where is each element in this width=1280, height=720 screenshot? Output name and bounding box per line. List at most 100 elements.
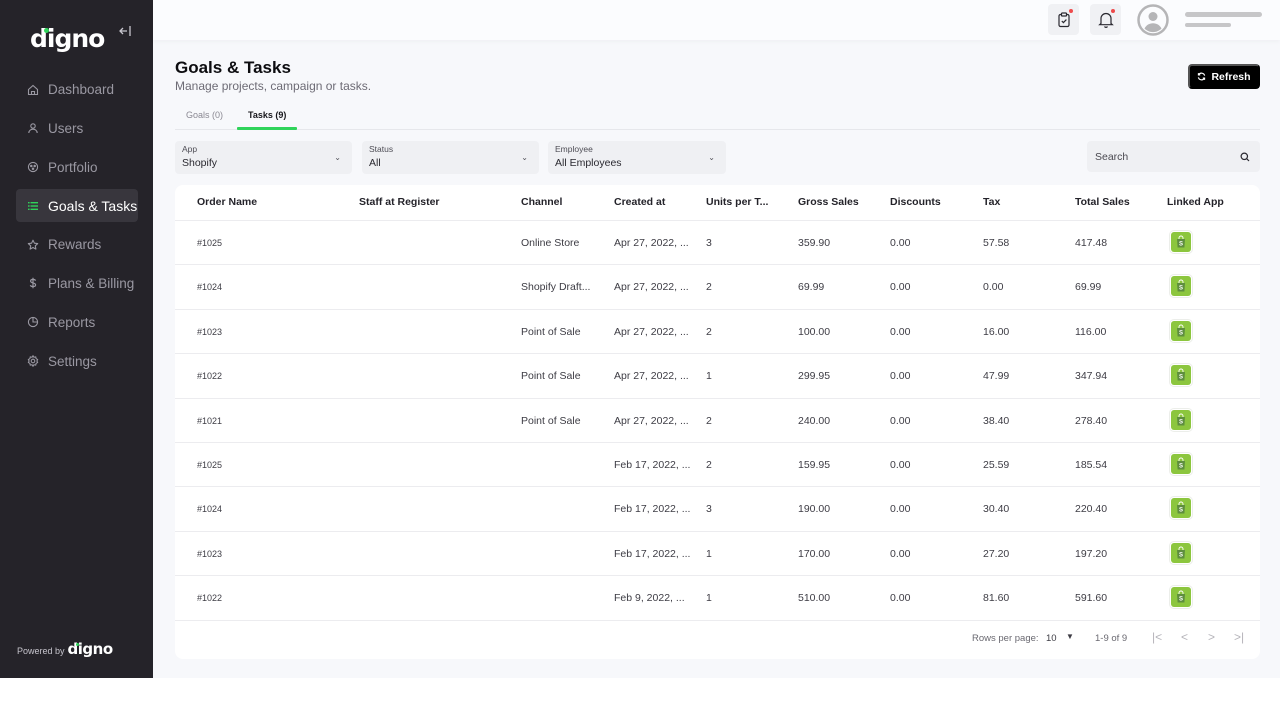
table-row[interactable]: #1021 Point of Sale Apr 27, 2022, ... 2 240.… bbox=[175, 399, 1260, 443]
user-avatar-icon bbox=[1137, 4, 1169, 36]
shopify-app-icon[interactable]: S bbox=[1170, 364, 1192, 387]
caret-down-icon[interactable]: ▼ bbox=[1066, 632, 1074, 641]
table-row[interactable]: #1022 Feb 9, 2022, ... 1 510.00 0.00 81.60 591… bbox=[175, 576, 1260, 621]
shopify-bag-icon: S bbox=[1171, 498, 1191, 519]
notifications-button[interactable] bbox=[1090, 4, 1121, 35]
table-row[interactable]: #1025 Online Store Apr 27, 2022, ... 3 359.9… bbox=[175, 221, 1260, 266]
cell-channel: Point of Sale bbox=[521, 325, 581, 338]
user-icon bbox=[27, 122, 39, 134]
employee-filter-value: All Employees bbox=[555, 157, 622, 169]
column-header-units[interactable]: Units per T... bbox=[706, 196, 768, 208]
sidebar-item-plans-billing[interactable]: Plans & Billing bbox=[16, 267, 138, 300]
cell-units: 2 bbox=[706, 325, 712, 338]
user-avatar[interactable] bbox=[1137, 4, 1169, 36]
collapse-left-icon bbox=[119, 26, 131, 36]
search-icon[interactable] bbox=[1240, 152, 1250, 162]
tab-tasks[interactable]: Tasks (9) bbox=[248, 110, 286, 127]
powered-by-logo: digno bbox=[68, 640, 114, 658]
table-row[interactable]: #1024 Shopify Draft... Apr 27, 2022, ... 2 6… bbox=[175, 265, 1260, 310]
rows-per-page-select[interactable]: 10 bbox=[1046, 633, 1057, 644]
shopify-bag-icon: S bbox=[1171, 320, 1191, 341]
chevron-down-icon: ⌄ bbox=[334, 153, 341, 162]
sidebar-item-rewards[interactable]: Rewards bbox=[16, 228, 138, 261]
active-tab-indicator bbox=[237, 127, 297, 130]
cell-units: 3 bbox=[706, 503, 712, 516]
table-row[interactable]: #1023 Feb 17, 2022, ... 1 170.00 0.00 27.20 19… bbox=[175, 532, 1260, 577]
column-header-discounts[interactable]: Discounts bbox=[890, 196, 941, 208]
app-filter-select[interactable]: App Shopify ⌄ bbox=[175, 141, 352, 174]
sidebar-item-goals-tasks[interactable]: Goals & Tasks bbox=[16, 189, 138, 223]
cell-created-at: Apr 27, 2022, ... bbox=[614, 237, 689, 249]
rows-per-page-label: Rows per page: bbox=[972, 633, 1039, 644]
sidebar-item-label: Settings bbox=[48, 353, 97, 369]
cell-total-sales: 417.48 bbox=[1075, 237, 1108, 249]
status-filter-select[interactable]: Status All ⌄ bbox=[362, 141, 539, 174]
column-header-staff[interactable]: Staff at Register bbox=[359, 196, 440, 208]
tasks-button[interactable] bbox=[1048, 4, 1079, 35]
dollar-icon bbox=[27, 277, 39, 289]
app-filter-label: App bbox=[182, 144, 198, 154]
last-page-icon[interactable]: >| bbox=[1234, 630, 1244, 644]
table-row[interactable]: #1025 Feb 17, 2022, ... 2 159.95 0.00 25.59 18… bbox=[175, 443, 1260, 488]
column-header-tax[interactable]: Tax bbox=[983, 196, 1000, 208]
collapse-sidebar-button[interactable] bbox=[118, 24, 132, 43]
list-icon bbox=[27, 200, 39, 212]
shopify-app-icon[interactable]: S bbox=[1170, 497, 1192, 520]
sidebar-item-users[interactable]: Users bbox=[16, 112, 138, 145]
cell-order-name: #1023 bbox=[197, 326, 223, 337]
cell-tax: 57.58 bbox=[983, 237, 1010, 249]
shopify-app-icon[interactable]: S bbox=[1170, 319, 1192, 342]
refresh-button[interactable]: Refresh bbox=[1188, 64, 1260, 89]
cell-created-at: Apr 27, 2022, ... bbox=[614, 281, 689, 294]
sidebar-item-label: Portfolio bbox=[48, 159, 98, 175]
shopify-app-icon[interactable]: S bbox=[1170, 275, 1192, 298]
sidebar-item-reports[interactable]: Reports bbox=[16, 306, 138, 339]
next-page-icon[interactable]: > bbox=[1208, 630, 1215, 644]
svg-text:S: S bbox=[1179, 330, 1183, 336]
cell-gross-sales: 240.00 bbox=[798, 414, 831, 427]
tab-goals[interactable]: Goals (0) bbox=[186, 110, 223, 127]
home-icon bbox=[27, 84, 39, 96]
sidebar-item-settings[interactable]: Settings bbox=[16, 345, 138, 378]
previous-page-icon[interactable]: < bbox=[1181, 630, 1188, 644]
search-input[interactable] bbox=[1087, 141, 1237, 172]
table-row[interactable]: #1024 Feb 17, 2022, ... 3 190.00 0.00 30.40 22… bbox=[175, 487, 1260, 532]
cell-total-sales: 347.94 bbox=[1075, 370, 1108, 383]
shopify-bag-icon: S bbox=[1171, 542, 1191, 563]
first-page-icon[interactable]: |< bbox=[1152, 630, 1162, 644]
brand-logo[interactable]: digno bbox=[30, 24, 105, 53]
column-header-linked-app[interactable]: Linked App bbox=[1167, 196, 1224, 208]
chevron-down-icon: ⌄ bbox=[521, 153, 528, 162]
cell-tax: 81.60 bbox=[983, 592, 1010, 605]
cell-created-at: Apr 27, 2022, ... bbox=[614, 370, 689, 383]
cell-discounts: 0.00 bbox=[890, 592, 911, 605]
cell-tax: 0.00 bbox=[983, 281, 1004, 294]
shopify-app-icon[interactable]: S bbox=[1170, 453, 1192, 475]
shopify-app-icon[interactable]: S bbox=[1170, 408, 1192, 431]
sidebar-item-label: Rewards bbox=[48, 237, 102, 253]
shopify-app-icon[interactable]: S bbox=[1170, 586, 1192, 609]
column-header-order-name[interactable]: Order Name bbox=[197, 196, 257, 208]
cell-units: 2 bbox=[706, 459, 712, 471]
clipboard-check-icon bbox=[1057, 11, 1070, 27]
column-header-channel[interactable]: Channel bbox=[521, 196, 562, 208]
shopify-app-icon[interactable]: S bbox=[1170, 541, 1192, 564]
column-header-created-at[interactable]: Created at bbox=[614, 196, 665, 208]
shopify-bag-icon: S bbox=[1171, 587, 1191, 608]
bell-icon bbox=[1097, 12, 1114, 28]
table-row[interactable]: #1022 Point of Sale Apr 27, 2022, ... 1 299.… bbox=[175, 354, 1260, 399]
sidebar-item-dashboard[interactable]: Dashboard bbox=[16, 73, 138, 106]
table-row[interactable]: #1023 Point of Sale Apr 27, 2022, ... 2 100.… bbox=[175, 310, 1260, 355]
pagination: Rows per page: 10 ▼ 1-9 of 9 |< < > >| bbox=[175, 621, 1260, 659]
cell-discounts: 0.00 bbox=[890, 459, 911, 471]
cell-order-name: #1022 bbox=[197, 371, 223, 382]
shopify-app-icon[interactable]: S bbox=[1170, 231, 1192, 253]
cell-units: 2 bbox=[706, 281, 712, 294]
sidebar-item-portfolio[interactable]: Portfolio bbox=[16, 151, 138, 184]
employee-filter-select[interactable]: Employee All Employees ⌄ bbox=[548, 141, 726, 174]
column-header-total-sales[interactable]: Total Sales bbox=[1075, 196, 1130, 208]
tab-bar: Goals (0) Tasks (9) bbox=[175, 104, 1260, 130]
cell-discounts: 0.00 bbox=[890, 414, 911, 427]
column-header-gross-sales[interactable]: Gross Sales bbox=[798, 196, 859, 208]
brand-name: digno bbox=[30, 24, 105, 53]
